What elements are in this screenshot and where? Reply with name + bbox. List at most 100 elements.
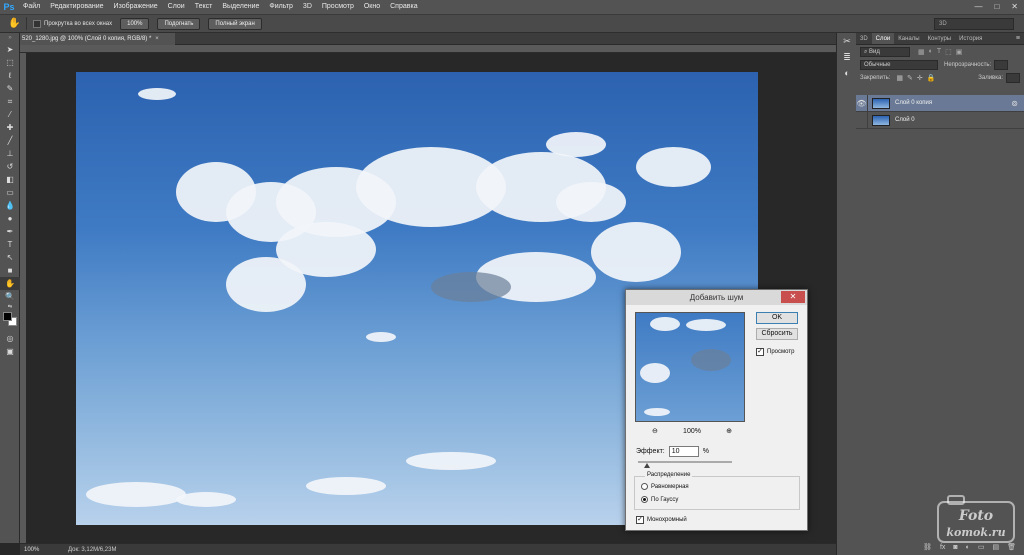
brush-tool-icon[interactable]: ╱ xyxy=(0,134,20,147)
add-noise-dialog: Добавить шум ✕ ⊖ 100% ⊕ OK Сбросить ✓ Пр… xyxy=(625,289,808,531)
blend-mode-select[interactable]: Обычные xyxy=(860,59,938,70)
minimize-icon[interactable]: — xyxy=(974,2,982,11)
workspace-select[interactable]: 3D xyxy=(934,18,1014,30)
lock-all-icon[interactable]: 🔒 xyxy=(927,74,936,82)
menu-item[interactable]: Выделение xyxy=(217,0,264,14)
menu-item[interactable]: Окно xyxy=(359,0,385,14)
visibility-off-icon[interactable] xyxy=(856,111,868,129)
close-tab-icon[interactable]: × xyxy=(155,36,159,42)
amount-input[interactable]: 10 xyxy=(668,446,699,457)
eyedropper-tool-icon[interactable]: ⁄ xyxy=(0,108,20,121)
photoshop-logo: Ps xyxy=(3,2,15,12)
preview-checkbox[interactable]: ✓ xyxy=(756,348,764,356)
foreground-color-swatch[interactable] xyxy=(3,312,12,321)
gaussian-option[interactable]: По Гауссу xyxy=(641,496,678,503)
layer-row[interactable]: 👁 Слой 0 копия ⊚ xyxy=(856,94,1024,112)
lock-position-icon[interactable]: ✛ xyxy=(917,74,923,82)
shape-filter-icon[interactable]: ⬚ xyxy=(945,48,952,56)
cloud xyxy=(650,317,680,331)
gaussian-radio[interactable] xyxy=(641,496,648,503)
lasso-tool-icon[interactable]: ℓ xyxy=(0,69,20,82)
type-tool-icon[interactable]: T xyxy=(0,238,20,251)
healing-tool-icon[interactable]: ✚ xyxy=(0,121,20,134)
properties-icon[interactable]: ≣ xyxy=(837,49,857,65)
screen-mode-icon[interactable]: ▣ xyxy=(0,345,20,358)
menu-item[interactable]: Справка xyxy=(385,0,422,14)
swap-colors-icon[interactable]: ⇆ xyxy=(0,303,20,310)
panel-collapse-icon[interactable]: » xyxy=(0,33,20,43)
dodge-tool-icon[interactable]: ● xyxy=(0,212,20,225)
zoom-out-icon[interactable]: ⊖ xyxy=(652,427,658,435)
tab-3d[interactable]: 3D xyxy=(856,33,872,44)
clone-stamp-tool-icon[interactable]: ⊥ xyxy=(0,147,20,160)
zoom-in-icon[interactable]: ⊕ xyxy=(726,427,732,435)
dialog-close-icon[interactable]: ✕ xyxy=(781,291,805,303)
quick-select-tool-icon[interactable]: ✎ xyxy=(0,82,20,95)
amount-slider-track[interactable] xyxy=(638,461,732,463)
uniform-radio[interactable] xyxy=(641,483,648,490)
maximize-icon[interactable]: □ xyxy=(994,2,999,11)
menu-item[interactable]: Фильтр xyxy=(264,0,298,14)
marquee-tool-icon[interactable]: ⬚ xyxy=(0,56,20,69)
layer-row[interactable]: Слой 0 xyxy=(856,111,1024,129)
path-select-tool-icon[interactable]: ↖ xyxy=(0,251,20,264)
cloud xyxy=(556,182,626,222)
pixel-filter-icon[interactable]: ▦ xyxy=(918,48,925,56)
zoom-tool-icon[interactable]: 🔍 xyxy=(0,290,20,303)
zoom-field[interactable]: 100% xyxy=(24,547,58,553)
blur-tool-icon[interactable]: 💧 xyxy=(0,199,20,212)
pen-tool-icon[interactable]: ✒ xyxy=(0,225,20,238)
panel-menu-icon[interactable]: ≡ xyxy=(1016,33,1024,44)
adjustment-filter-icon[interactable]: ◐ xyxy=(929,48,933,56)
move-tool-icon[interactable]: ➤ xyxy=(0,43,20,56)
tab-history[interactable]: История xyxy=(955,33,986,44)
uniform-option[interactable]: Равномерная xyxy=(641,483,689,490)
filter-icons: ▦ ◐ T ⬚ ▣ xyxy=(918,48,962,56)
gradient-tool-icon[interactable]: ▭ xyxy=(0,186,20,199)
fill-input[interactable] xyxy=(1006,72,1020,83)
cloud xyxy=(276,222,376,277)
hand-tool-icon[interactable]: ✋ xyxy=(8,18,20,30)
amount-slider-thumb[interactable] xyxy=(644,463,651,468)
layer-filter-select[interactable]: ⌕ Вид xyxy=(860,46,910,57)
menu-item[interactable]: Редактирование xyxy=(45,0,108,14)
cancel-button[interactable]: Сбросить xyxy=(756,328,798,340)
opacity-input[interactable] xyxy=(994,59,1009,70)
monochrome-checkbox[interactable]: ✓ xyxy=(636,516,644,524)
menu-item[interactable]: Файл xyxy=(18,0,45,14)
menu-item[interactable]: 3D xyxy=(298,0,317,14)
tab-paths[interactable]: Контуры xyxy=(924,33,956,44)
menu-item[interactable]: Просмотр xyxy=(317,0,359,14)
tool-presets-icon[interactable]: ✂ xyxy=(837,33,857,49)
smart-filter-icon[interactable]: ⊚ xyxy=(1011,99,1018,108)
tab-channels[interactable]: Каналы xyxy=(894,33,923,44)
tab-layers[interactable]: Слои xyxy=(871,33,895,44)
hand-tool-button-icon[interactable]: ✋ xyxy=(0,277,20,290)
lock-pixels-icon[interactable]: ✎ xyxy=(907,74,913,82)
type-filter-icon[interactable]: T xyxy=(937,48,941,56)
scroll-all-checkbox[interactable] xyxy=(33,19,41,28)
zoom-100-button[interactable]: 100% xyxy=(120,17,150,30)
document-size: Док: 3,12M/6,23M xyxy=(68,546,117,553)
close-window-icon[interactable]: ✕ xyxy=(1011,2,1018,11)
quick-mask-icon[interactable]: ◎ xyxy=(0,332,20,345)
history-brush-tool-icon[interactable]: ↺ xyxy=(0,160,20,173)
menu-item[interactable]: Слои xyxy=(163,0,190,14)
panel-tabs: 3D Слои Каналы Контуры История ≡ xyxy=(856,33,1024,45)
preview-label: Просмотр xyxy=(767,349,795,355)
filter-preview[interactable] xyxy=(635,312,745,422)
fit-screen-button[interactable]: Подогнать xyxy=(157,17,201,30)
eraser-tool-icon[interactable]: ◧ xyxy=(0,173,20,186)
crop-tool-icon[interactable]: ⌗ xyxy=(0,95,20,108)
lock-transparency-icon[interactable]: ▦ xyxy=(896,74,903,82)
menu-item[interactable]: Текст xyxy=(190,0,218,14)
shape-tool-icon[interactable]: ■ xyxy=(0,264,20,277)
visibility-eye-icon[interactable]: 👁 xyxy=(856,94,868,112)
document-tab[interactable]: 520_1280.jpg @ 100% (Слой 0 копия, RGB/8… xyxy=(20,33,175,45)
adjustments-icon[interactable]: ◐ xyxy=(837,65,857,81)
smart-object-filter-icon[interactable]: ▣ xyxy=(956,48,963,56)
ok-button[interactable]: OK xyxy=(756,312,798,324)
link-layers-icon[interactable]: ⛓ xyxy=(923,543,932,551)
full-screen-button[interactable]: Полный экран xyxy=(208,17,262,30)
menu-item[interactable]: Изображение xyxy=(109,0,163,14)
